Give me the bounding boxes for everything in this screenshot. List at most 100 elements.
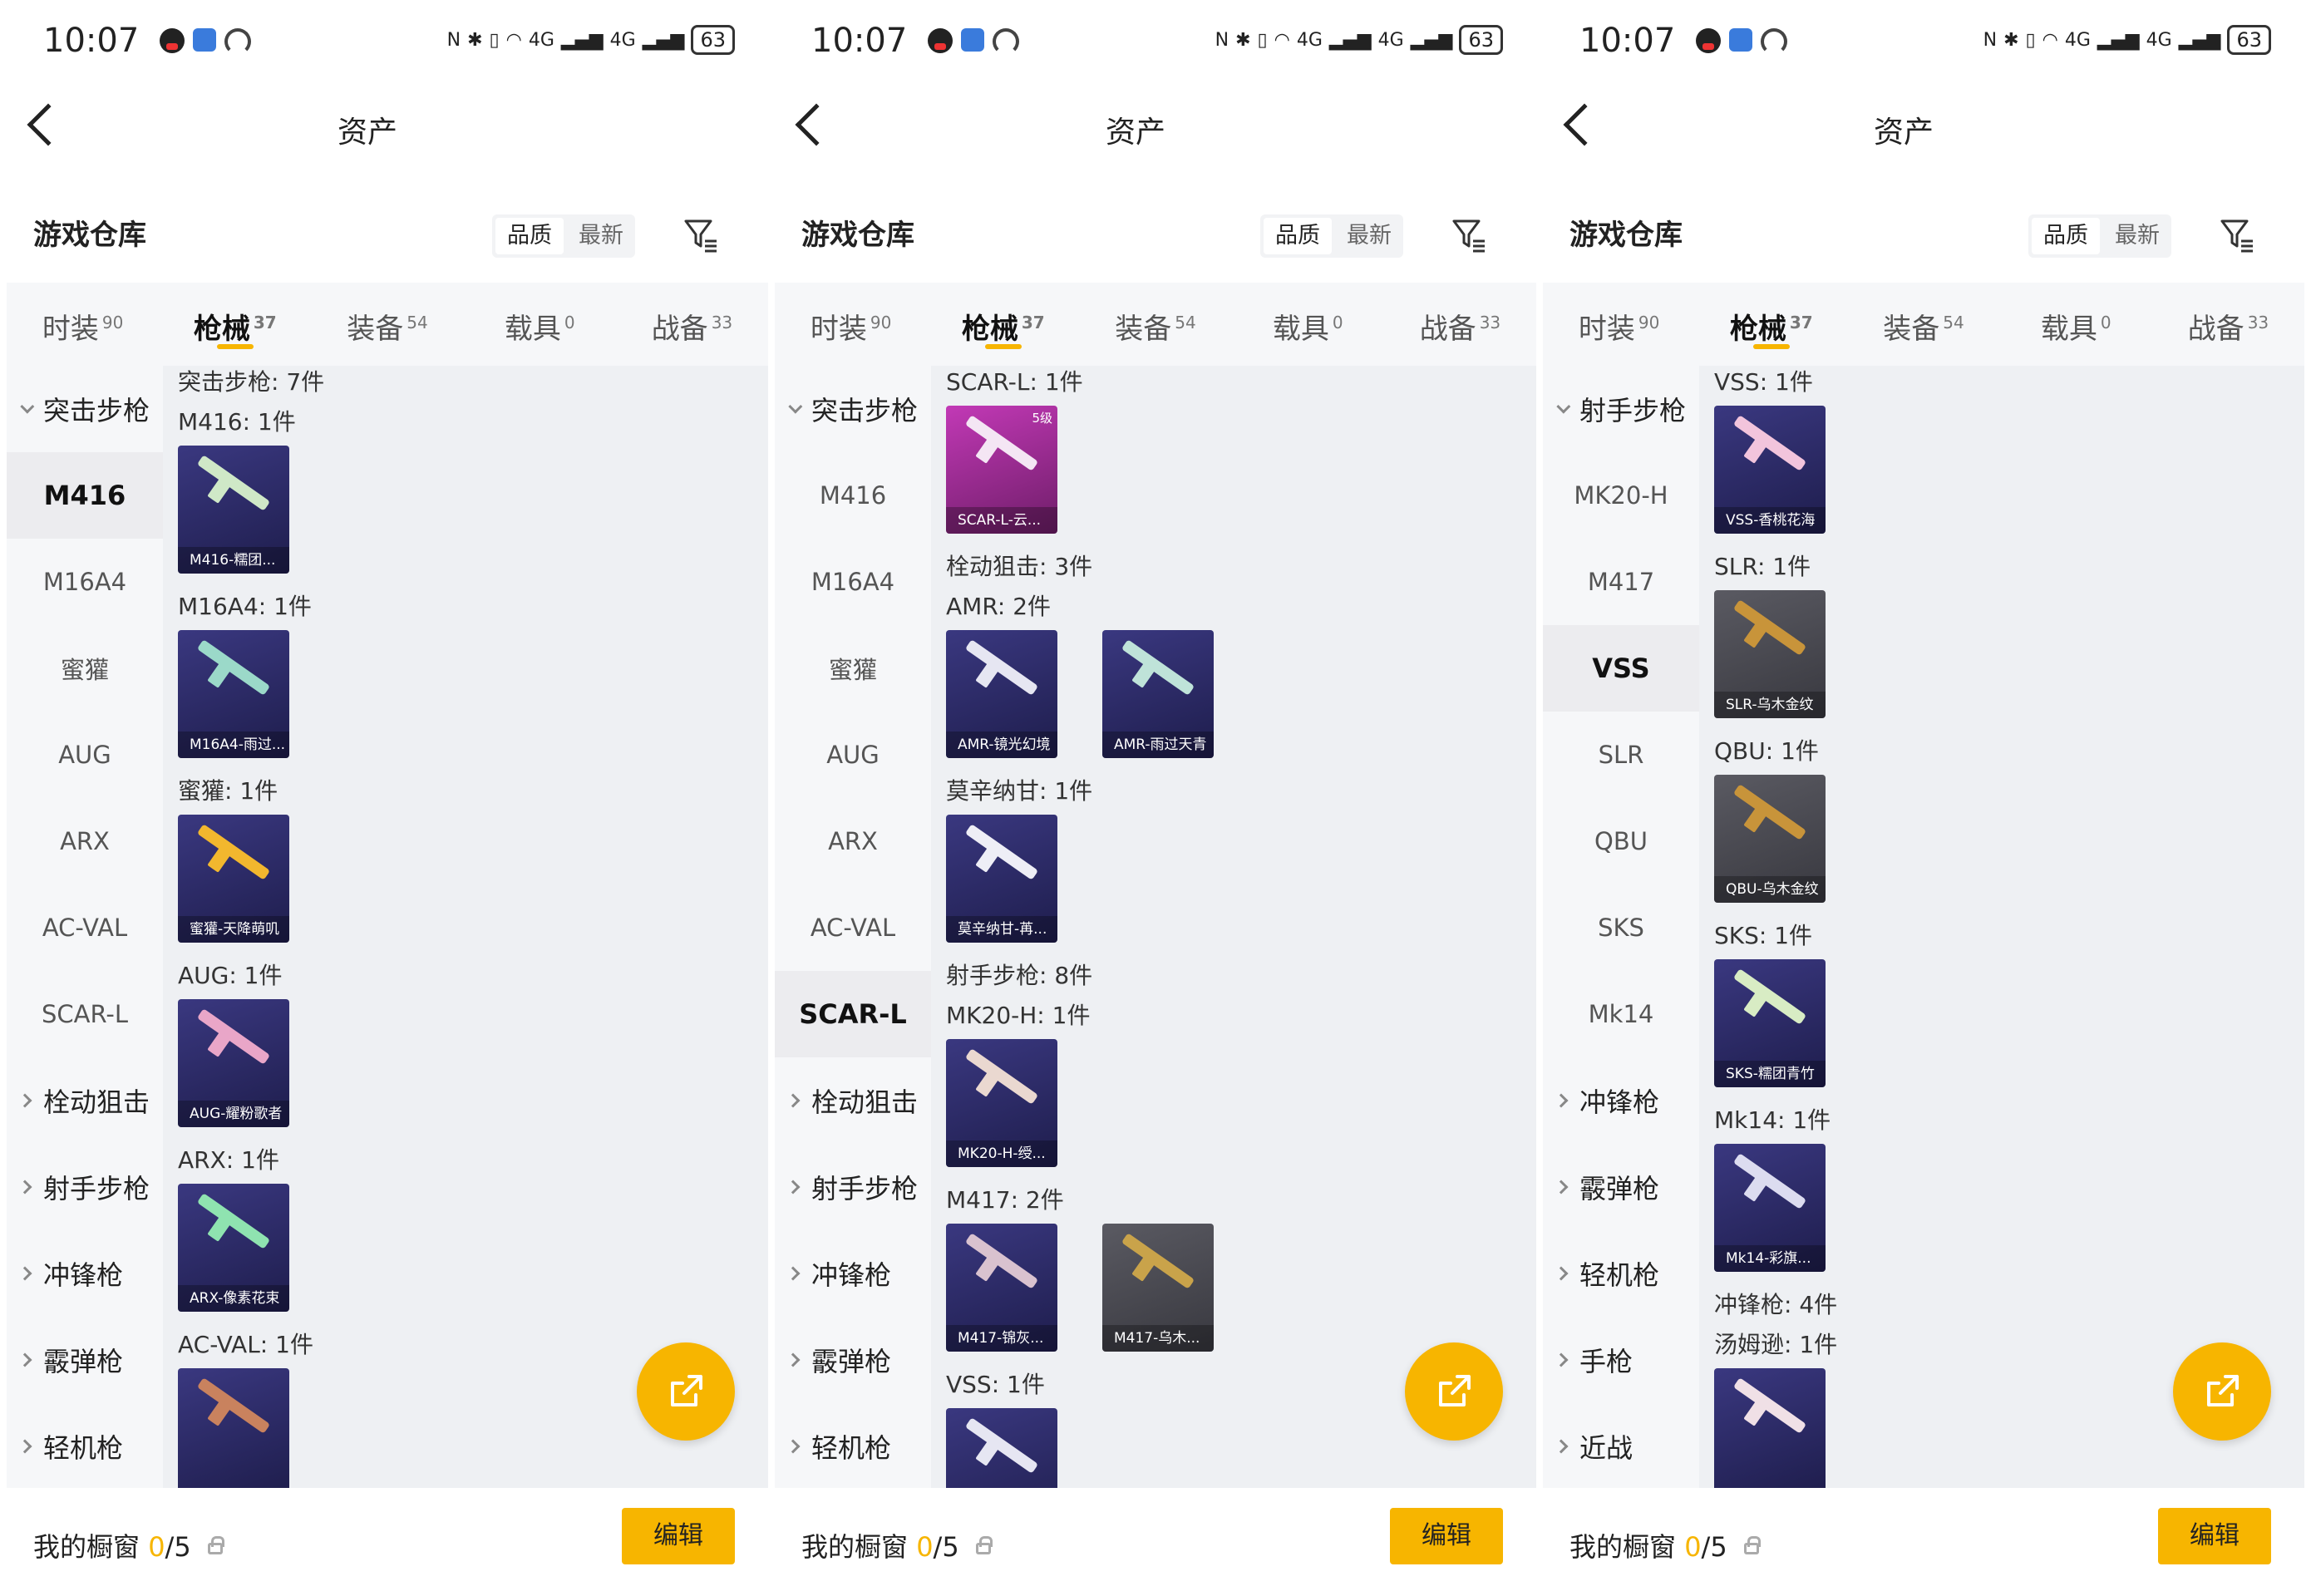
vibrate-icon: ▯ — [489, 29, 500, 51]
skin-card[interactable]: SKS-糯团青竹 — [1714, 959, 1826, 1087]
skin-card[interactable]: Mk14-彩旗... — [1714, 1144, 1826, 1272]
tab-count: 54 — [407, 313, 428, 332]
tab-4[interactable]: 战备 33 — [2152, 283, 2304, 366]
skin-card[interactable]: M417-锦灰... — [946, 1224, 1057, 1352]
tab-0[interactable]: 时装 90 — [7, 283, 159, 366]
sidebar-item[interactable]: AUG — [775, 712, 931, 798]
tab-1[interactable]: 枪械 37 — [1695, 283, 1847, 366]
sidebar-item[interactable]: M16A4 — [7, 539, 163, 625]
edit-button[interactable]: 编辑 — [622, 1508, 735, 1564]
sidebar-item[interactable]: MK20-H — [1543, 452, 1699, 539]
skin-card[interactable] — [178, 1368, 289, 1488]
edit-button[interactable]: 编辑 — [1390, 1508, 1503, 1564]
sidebar-group-label: 射手步枪 — [43, 1173, 150, 1204]
status-time: 10:07 — [43, 22, 140, 60]
tab-count: 0 — [2100, 313, 2111, 332]
share-export-button[interactable] — [637, 1342, 735, 1441]
skin-card[interactable]: 5级 SCAR-L-云... — [946, 406, 1057, 534]
sidebar-group[interactable]: 霰弹枪 — [7, 1317, 163, 1403]
tab-0[interactable]: 时装 90 — [1543, 283, 1695, 366]
sort-newest-button[interactable]: 最新 — [567, 214, 635, 258]
sidebar-group[interactable]: 冲锋枪 — [1543, 1057, 1699, 1144]
share-export-button[interactable] — [2173, 1342, 2271, 1441]
sidebar-group[interactable]: 轻机枪 — [7, 1403, 163, 1488]
sidebar-item[interactable]: AC-VAL — [775, 884, 931, 971]
sidebar-item[interactable]: ARX — [7, 798, 163, 884]
skin-caption: M16A4-雨过... — [178, 732, 289, 758]
tab-4[interactable]: 战备 33 — [616, 283, 768, 366]
sidebar-item[interactable]: Mk14 — [1543, 971, 1699, 1057]
sidebar-item[interactable]: ARX — [775, 798, 931, 884]
tab-1[interactable]: 枪械 37 — [927, 283, 1079, 366]
skin-card[interactable]: M16A4-雨过... — [178, 630, 289, 758]
sort-newest-button[interactable]: 最新 — [2103, 214, 2171, 258]
sidebar-group[interactable]: 栓动狙击 — [7, 1057, 163, 1144]
sidebar-item[interactable]: M16A4 — [775, 539, 931, 625]
status-bar: 10:07 N ✱ ▯ ◠ 4G ▂▄▆ 4G ▂▄▆ 63 — [768, 0, 1536, 83]
sidebar-group[interactable]: 轻机枪 — [1543, 1230, 1699, 1317]
tab-2[interactable]: 装备 54 — [1079, 283, 1231, 366]
share-export-button[interactable] — [1405, 1342, 1503, 1441]
sidebar-item[interactable]: AUG — [7, 712, 163, 798]
sidebar-item[interactable]: M416 — [775, 452, 931, 539]
skin-card[interactable]: QBU-乌木金纹 — [1714, 775, 1826, 903]
filter-icon[interactable] — [1451, 218, 1486, 253]
skin-card[interactable]: AUG-耀粉歌者 — [178, 999, 289, 1127]
sidebar-group[interactable]: 射手步枪 — [1543, 366, 1699, 452]
skin-card[interactable]: 莫辛纳甘-苒... — [946, 815, 1057, 943]
sidebar-item[interactable]: QBU — [1543, 798, 1699, 884]
sidebar-item[interactable]: SCAR-L — [7, 971, 163, 1057]
sidebar-item[interactable]: SCAR-L — [775, 971, 931, 1057]
skin-card[interactable]: VSS-香桃花海 — [1714, 406, 1826, 534]
share-icon — [2207, 1375, 2239, 1406]
filter-icon[interactable] — [683, 218, 718, 253]
sidebar-group[interactable]: 射手步枪 — [775, 1144, 931, 1230]
sidebar-group[interactable]: 栓动狙击 — [775, 1057, 931, 1144]
sidebar-group[interactable]: 手枪 — [1543, 1317, 1699, 1403]
sidebar-item[interactable]: VSS — [1543, 625, 1699, 712]
sidebar-group[interactable]: 冲锋枪 — [775, 1230, 931, 1317]
skin-card[interactable]: M417-乌木... — [1102, 1224, 1214, 1352]
skin-card[interactable]: MK20-H-绶... — [946, 1039, 1057, 1167]
tab-1[interactable]: 枪械 37 — [159, 283, 311, 366]
filter-icon[interactable] — [2220, 218, 2254, 253]
sidebar-group[interactable]: 突击步枪 — [7, 366, 163, 452]
tab-2[interactable]: 装备 54 — [311, 283, 463, 366]
sidebar-item[interactable]: SLR — [1543, 712, 1699, 798]
tab-3[interactable]: 载具 0 — [2000, 283, 2152, 366]
sidebar-group[interactable]: 霰弹枪 — [1543, 1144, 1699, 1230]
skin-card[interactable]: M416-糯团... — [178, 446, 289, 574]
skin-card[interactable]: SLR-乌木金纹 — [1714, 590, 1826, 718]
sidebar-group[interactable]: 近战 — [1543, 1403, 1699, 1488]
tab-3[interactable]: 载具 0 — [464, 283, 616, 366]
sort-newest-button[interactable]: 最新 — [1335, 214, 1403, 258]
sidebar-item[interactable]: 蜜獾 — [775, 625, 931, 712]
sidebar-group[interactable]: 射手步枪 — [7, 1144, 163, 1230]
tab-0[interactable]: 时装 90 — [775, 283, 927, 366]
skin-card[interactable]: AMR-镜光幻境 — [946, 630, 1057, 758]
sort-quality-button[interactable]: 品质 — [1264, 218, 1332, 254]
sidebar-item[interactable]: AC-VAL — [7, 884, 163, 971]
sidebar-group[interactable]: 霰弹枪 — [775, 1317, 931, 1403]
sort-quality-button[interactable]: 品质 — [495, 218, 564, 254]
gun-skin-image — [1732, 784, 1807, 840]
edit-button[interactable]: 编辑 — [2158, 1508, 2271, 1564]
sidebar-item[interactable]: 蜜獾 — [7, 625, 163, 712]
sort-quality-button[interactable]: 品质 — [2032, 218, 2100, 254]
skin-caption: M417-乌木... — [1102, 1325, 1214, 1352]
skin-card[interactable] — [946, 1408, 1057, 1488]
sidebar-group-label: 冲锋枪 — [811, 1259, 892, 1291]
sidebar-item[interactable]: SKS — [1543, 884, 1699, 971]
sidebar-item[interactable]: M416 — [7, 452, 163, 539]
skin-card[interactable] — [1714, 1368, 1826, 1488]
skin-card[interactable]: AMR-雨过天青 — [1102, 630, 1214, 758]
skin-card[interactable]: ARX-像素花束 — [178, 1184, 289, 1312]
sidebar-group[interactable]: 轻机枪 — [775, 1403, 931, 1488]
tab-4[interactable]: 战备 33 — [1384, 283, 1536, 366]
tab-2[interactable]: 装备 54 — [1847, 283, 1999, 366]
sidebar-item[interactable]: M417 — [1543, 539, 1699, 625]
sidebar-group[interactable]: 冲锋枪 — [7, 1230, 163, 1317]
sidebar-group[interactable]: 突击步枪 — [775, 366, 931, 452]
skin-card[interactable]: 蜜獾-天降萌叽 — [178, 815, 289, 943]
tab-3[interactable]: 载具 0 — [1232, 283, 1384, 366]
